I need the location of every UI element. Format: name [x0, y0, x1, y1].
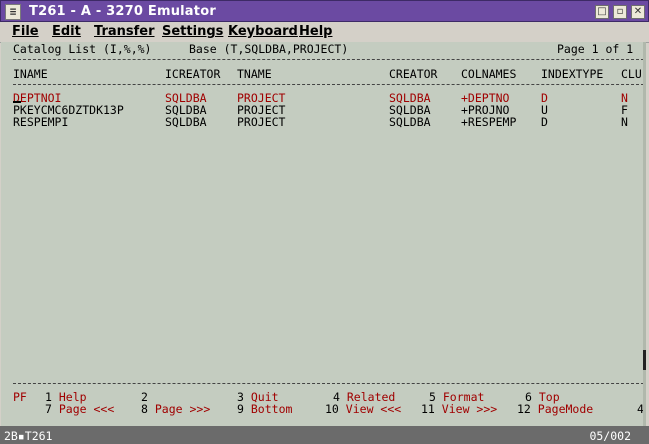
column-header-colnames: COLNAMES: [461, 67, 517, 81]
pf-prefix: PF: [13, 390, 27, 404]
cell-tname: PROJECT: [237, 115, 286, 129]
menu-bar: File Edit Transfer Settings Keyboard Hel…: [0, 22, 649, 43]
column-header-indextype: INDEXTYPE: [541, 67, 604, 81]
catalog-list-title: Catalog List (I,%,%): [13, 42, 152, 56]
cell-colnames: +RESPEMP: [461, 115, 517, 129]
page-indicator: Page 1 of 1: [557, 42, 634, 56]
column-header-icreator: ICREATOR: [165, 67, 221, 81]
restore-icon[interactable]: ▫: [613, 5, 627, 19]
pf-key-label: Page <<<: [58, 402, 115, 416]
cell-indextype: D: [541, 115, 548, 129]
terminal-screen[interactable]: Catalog List (I,%,%) Base (T,SQLDBA,PROJ…: [1, 42, 646, 426]
pf-key-label: View <<<: [345, 402, 402, 416]
close-icon[interactable]: ✕: [631, 5, 645, 19]
menu-edit[interactable]: Edit: [52, 24, 81, 39]
pf-key-num: 7: [45, 402, 52, 416]
system-menu-icon[interactable]: ≡: [5, 4, 21, 20]
pf-key-label: PageMode: [537, 402, 594, 416]
menu-settings-label: Settings: [162, 24, 224, 39]
pf-key-num: 9: [237, 402, 244, 416]
cursor-position: 05/002: [589, 429, 631, 443]
pf-key-8[interactable]: 8 Page >>>: [141, 403, 210, 415]
window-title: T261 - A - 3270 Emulator: [29, 4, 216, 19]
pf-key-num: 12: [517, 402, 531, 416]
column-header-clu: CLU: [621, 67, 642, 81]
cell-iname: RESPEMPI: [13, 115, 69, 129]
menu-keyboard-label: Keyboard: [228, 24, 298, 39]
cell-creator: SQLDBA: [389, 115, 431, 129]
pf-key-10[interactable]: 10 View <<<: [325, 403, 401, 415]
title-bar: ≡ T261 - A - 3270 Emulator □ ▫ ✕: [0, 0, 649, 22]
menu-file-label: File: [12, 24, 39, 39]
pf-key-12[interactable]: 12 PageMode: [517, 403, 593, 415]
pf-key-label: Page >>>: [154, 402, 211, 416]
column-separator: [13, 84, 644, 85]
pf-key-11[interactable]: 11 View >>>: [421, 403, 497, 415]
pf-key-label: Bottom: [250, 402, 293, 416]
pf-key-label: View >>>: [441, 402, 498, 416]
session-status: 2B▪T261: [4, 429, 53, 443]
status-bar: 2B▪T261 05/002: [0, 426, 649, 444]
header-separator: [13, 59, 644, 60]
pf-key-num: 8: [141, 402, 148, 416]
pf-key-num: 10: [325, 402, 339, 416]
menu-transfer-label: Transfer: [94, 24, 155, 39]
footer-separator: [13, 383, 644, 384]
menu-edit-label: Edit: [52, 24, 81, 39]
menu-keyboard[interactable]: Keyboard: [228, 24, 298, 39]
column-header-creator: CREATOR: [389, 67, 438, 81]
scrollbar-thumb[interactable]: [643, 350, 646, 370]
menu-transfer[interactable]: Transfer: [94, 24, 155, 39]
column-header-iname: INAME: [13, 67, 48, 81]
menu-settings[interactable]: Settings: [162, 24, 223, 39]
cell-clu: N: [621, 115, 628, 129]
menu-file[interactable]: File: [12, 24, 39, 39]
menu-help-label: Help: [299, 24, 333, 39]
pf-key-7[interactable]: 7 Page <<<: [45, 403, 114, 415]
pf-key-9[interactable]: 9 Bottom: [237, 403, 292, 415]
maximize-icon[interactable]: □: [595, 5, 609, 19]
column-header-tname: TNAME: [237, 67, 272, 81]
pf-key-num: 11: [421, 402, 435, 416]
menu-help[interactable]: Help: [299, 24, 332, 39]
cell-icreator: SQLDBA: [165, 115, 207, 129]
base-table-label: Base (T,SQLDBA,PROJECT): [189, 42, 349, 56]
